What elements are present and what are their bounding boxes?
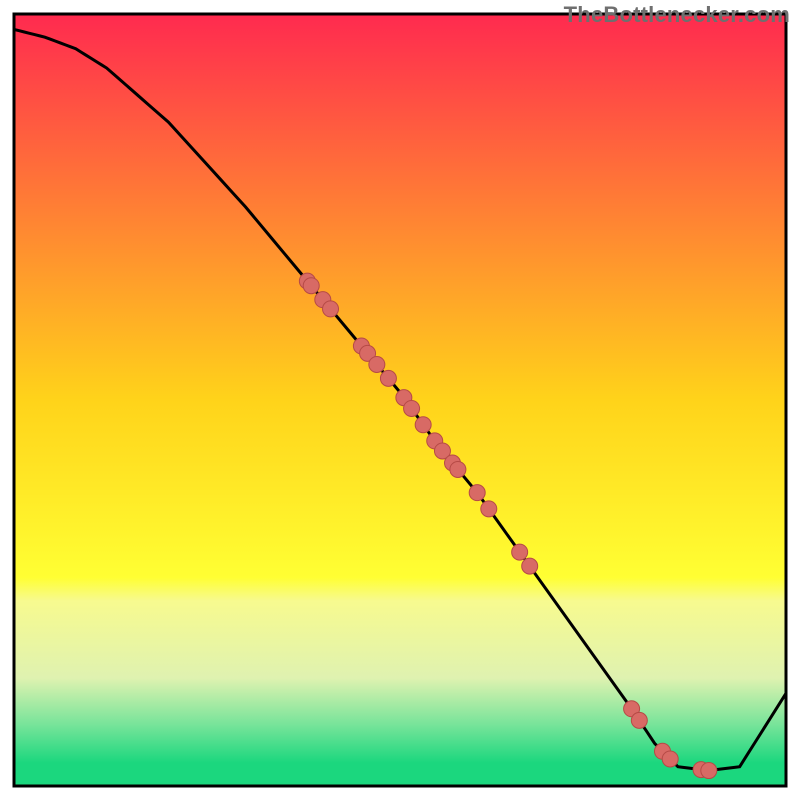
data-point — [404, 400, 420, 416]
watermark-label: TheBottlenecker.com — [564, 2, 790, 28]
data-point — [415, 417, 431, 433]
data-point — [380, 370, 396, 386]
data-point — [631, 712, 647, 728]
data-point — [303, 278, 319, 294]
data-point — [701, 763, 717, 779]
data-point — [522, 558, 538, 574]
data-point — [469, 485, 485, 501]
chart-container: TheBottlenecker.com — [0, 0, 800, 800]
data-point — [512, 544, 528, 560]
data-point — [323, 301, 339, 317]
data-point — [662, 751, 678, 767]
data-point — [481, 501, 497, 517]
data-point — [450, 461, 466, 477]
data-point — [369, 356, 385, 372]
bottleneck-chart — [0, 0, 800, 800]
